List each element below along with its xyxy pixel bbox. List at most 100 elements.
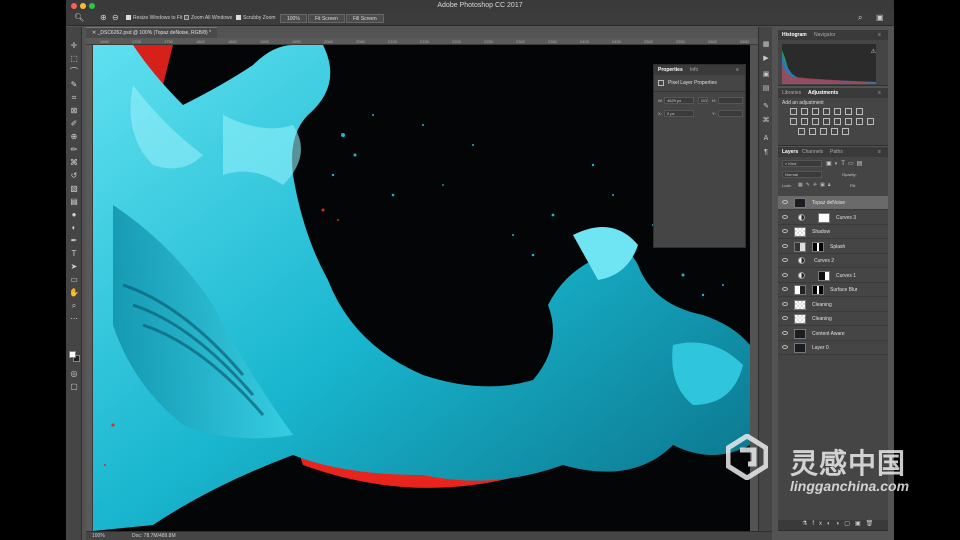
adjustment-preset-icon[interactable] <box>856 108 863 115</box>
filter-type-icons[interactable]: ▣◐T▭▤ <box>826 160 865 167</box>
visibility-eye-icon[interactable] <box>782 243 788 248</box>
healing-brush-tool-icon[interactable]: ⊕ <box>69 132 79 142</box>
visibility-eye-icon[interactable] <box>782 330 788 335</box>
tab-paths[interactable]: Paths <box>830 149 843 155</box>
adjustment-preset-icon[interactable] <box>856 118 863 125</box>
scrubby-zoom-checkbox[interactable]: Scrubby Zoom <box>236 15 276 21</box>
marquee-tool-icon[interactable]: ⬚ <box>69 54 79 64</box>
adjustment-preset-icon[interactable] <box>842 128 849 135</box>
layer-mask-thumbnail[interactable] <box>818 270 830 281</box>
adjustment-preset-icon[interactable] <box>790 118 797 125</box>
dodge-tool-icon[interactable]: ◐ <box>69 223 79 233</box>
adjustment-preset-icon[interactable] <box>798 128 805 135</box>
tab-histogram[interactable]: Histogram <box>782 32 807 38</box>
adjustment-preset-icon[interactable] <box>831 128 838 135</box>
crop-tool-icon[interactable]: ⌗ <box>69 93 79 103</box>
fill-screen-button[interactable]: Fill Screen <box>346 14 384 23</box>
adjustment-preset-icon[interactable] <box>790 108 797 115</box>
play-actions-icon[interactable]: ▶ <box>762 55 770 63</box>
y-input[interactable] <box>718 110 743 117</box>
layer-thumbnail[interactable] <box>794 285 806 295</box>
layer-row[interactable]: Content Aware <box>778 327 888 341</box>
adjustment-preset-icon[interactable] <box>820 128 827 135</box>
swatches-icon[interactable]: ▣ <box>762 71 770 79</box>
visibility-eye-icon[interactable] <box>782 214 788 219</box>
rectangle-tool-icon[interactable]: ▭ <box>69 275 79 285</box>
tab-libraries[interactable]: Libraries <box>782 90 801 96</box>
eyedropper-tool-icon[interactable]: ✐ <box>69 119 79 129</box>
layer-comps-icon[interactable]: ▤ <box>762 85 770 93</box>
quick-mask-icon[interactable]: ◎ <box>69 369 79 379</box>
layer-row[interactable]: Curves 2 <box>778 254 888 268</box>
layer-row[interactable]: Splash <box>778 240 888 254</box>
warning-icon[interactable]: ⚠ <box>871 48 876 55</box>
link-dimensions-button[interactable]: GO <box>698 97 708 104</box>
frame-tool-icon[interactable]: ⊠ <box>69 106 79 116</box>
layer-thumbnail[interactable] <box>794 241 806 252</box>
path-select-tool-icon[interactable]: ➤ <box>69 262 79 272</box>
tab-properties[interactable]: Properties <box>658 67 683 73</box>
layer-filter-select[interactable]: ⌕ Kind <box>782 160 822 167</box>
layer-thumbnail[interactable] <box>794 299 806 310</box>
zoom-in-icon[interactable]: ⊕ <box>100 13 107 22</box>
search-icon[interactable]: ⌕ <box>858 13 862 23</box>
zoom-out-icon[interactable]: ⊖ <box>112 13 119 22</box>
screen-mode-icon[interactable]: ▢ <box>69 382 79 392</box>
layer-mask-thumbnail[interactable] <box>812 241 824 252</box>
foreground-color-swatch[interactable] <box>69 351 76 358</box>
adjustment-preset-icon[interactable] <box>845 118 852 125</box>
layers-footer-icons[interactable]: ⚗fx◐◑▢▣🗑︎ <box>778 520 888 530</box>
lock-icons[interactable]: ▦✎✛▣🔒︎ <box>798 182 834 188</box>
panel-menu-icon[interactable]: ≡ <box>878 90 881 96</box>
panel-menu-icon[interactable]: ≡ <box>878 149 881 155</box>
adjustment-preset-icon[interactable] <box>823 118 830 125</box>
fit-screen-button[interactable]: Fit Screen <box>308 14 345 23</box>
adjustment-preset-icon[interactable] <box>812 118 819 125</box>
brush-settings-icon[interactable]: ✎ <box>762 103 770 111</box>
visibility-eye-icon[interactable] <box>782 345 788 349</box>
adjustment-preset-icon[interactable] <box>801 118 808 125</box>
resize-windows-checkbox[interactable]: Resize Windows to Fit <box>126 15 182 21</box>
pen-tool-icon[interactable]: ✒ <box>69 236 79 246</box>
eraser-tool-icon[interactable]: ▧ <box>69 184 79 194</box>
move-tool-icon[interactable]: ✛ <box>69 41 79 51</box>
layer-thumbnail[interactable] <box>794 198 806 208</box>
layer-row[interactable]: Cleaning <box>778 312 888 326</box>
visibility-eye-icon[interactable] <box>782 316 788 320</box>
layer-thumbnail[interactable] <box>794 314 806 324</box>
layer-thumbnail[interactable] <box>794 343 806 353</box>
type-tool-icon[interactable]: T <box>69 249 79 259</box>
history-brush-tool-icon[interactable]: ↺ <box>69 171 79 181</box>
adjustment-preset-icon[interactable] <box>867 118 874 125</box>
workspace-icon[interactable]: ▣ <box>876 13 884 22</box>
panel-menu-icon[interactable]: ≡ <box>878 32 881 38</box>
gradient-tool-icon[interactable]: ▤ <box>69 197 79 207</box>
visibility-eye-icon[interactable] <box>782 229 788 233</box>
layer-mask-thumbnail[interactable] <box>812 285 824 295</box>
zoom-all-windows-checkbox[interactable]: Zoom All Windows <box>184 15 232 21</box>
brush-tool-icon[interactable]: ✏ <box>69 145 79 155</box>
adjustment-preset-icon[interactable] <box>823 108 830 115</box>
adjustment-preset-icon[interactable] <box>834 108 841 115</box>
document-canvas[interactable] <box>93 45 750 531</box>
layer-thumbnail[interactable] <box>794 227 806 237</box>
adjustment-preset-icon[interactable] <box>834 118 841 125</box>
zoom-tool-icon[interactable]: 🔍︎ <box>74 13 84 22</box>
layer-mask-thumbnail[interactable] <box>818 212 830 223</box>
layer-row[interactable]: Topaz deNoise <box>778 196 888 210</box>
visibility-eye-icon[interactable] <box>782 258 788 262</box>
quick-select-tool-icon[interactable]: ✎ <box>69 80 79 90</box>
zoom-level[interactable]: 100% <box>92 533 105 539</box>
visibility-eye-icon[interactable] <box>782 301 788 306</box>
visibility-eye-icon[interactable] <box>782 200 788 204</box>
layer-row[interactable]: Shadow <box>778 225 888 239</box>
x-input[interactable]: 0 px <box>664 110 694 117</box>
blur-tool-icon[interactable]: ● <box>69 210 79 220</box>
layer-row[interactable]: Cleaning <box>778 298 888 312</box>
tab-adjustments[interactable]: Adjustments <box>808 90 838 96</box>
layer-thumbnail[interactable] <box>794 328 806 339</box>
layer-row[interactable]: Layer 0 <box>778 341 888 355</box>
tab-channels[interactable]: Channels <box>802 149 823 155</box>
clone-stamp-tool-icon[interactable]: ⌘ <box>69 158 79 168</box>
visibility-eye-icon[interactable] <box>782 272 788 277</box>
